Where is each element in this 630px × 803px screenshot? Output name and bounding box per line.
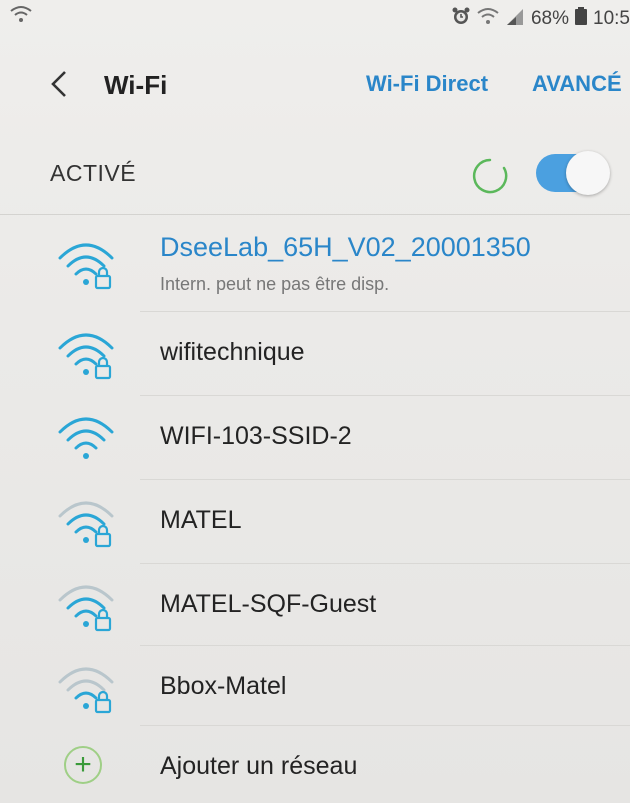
wifi-direct-button[interactable]: Wi-Fi Direct [366, 71, 488, 97]
network-name: DseeLab_65H_V02_20001350 [160, 232, 531, 262]
page-title: Wi-Fi [104, 70, 168, 100]
network-name: MATEL [160, 506, 242, 534]
network-name: Bbox-Matel [160, 672, 287, 700]
status-icons: 68% 10:5 [451, 6, 630, 32]
wifi-secured-icon [54, 578, 118, 634]
network-name: wifitechnique [160, 338, 305, 366]
wifi-toggle-row[interactable]: ACTIVÉ [0, 140, 630, 210]
network-status: Intern. peut ne pas être disp. [160, 274, 390, 294]
network-item[interactable]: WIFI-103-SSID-2 [0, 396, 630, 480]
wifi-settings-screen: 68% 10:5 Wi-Fi Wi-Fi Direct AVANCÉ ACTIV… [0, 0, 630, 803]
wifi-secured-icon [54, 660, 118, 716]
wifi-signal-icon [477, 6, 499, 32]
network-name: MATEL-SQF-Guest [160, 590, 377, 618]
section-divider [0, 214, 630, 215]
back-button[interactable] [42, 64, 76, 104]
app-bar: Wi-Fi Wi-Fi Direct AVANCÉ [0, 56, 630, 116]
network-name: WIFI-103-SSID-2 [160, 422, 352, 450]
wifi-icon [54, 410, 118, 466]
clock: 10:5 [593, 8, 630, 29]
cell-signal-icon [505, 6, 525, 32]
wifi-secured-icon [54, 494, 118, 550]
toggle-knob [566, 151, 610, 195]
add-network-button[interactable]: + Ajouter un réseau [0, 726, 630, 803]
battery-percent: 68% [530, 8, 570, 29]
alarm-icon [451, 6, 471, 32]
wifi-status-icon [10, 4, 32, 30]
network-item[interactable]: MATEL [0, 480, 630, 564]
chevron-left-icon [51, 71, 66, 97]
battery-icon [575, 6, 588, 32]
network-item-connected[interactable]: DseeLab_65H_V02_20001350 Intern. peut ne … [0, 216, 630, 312]
network-item[interactable]: Bbox-Matel [0, 646, 630, 726]
plus-icon: + [64, 746, 102, 784]
wifi-secured-icon [54, 326, 118, 382]
wifi-state-label: ACTIVÉ [50, 160, 137, 186]
status-bar: 68% 10:5 [0, 0, 630, 34]
network-item[interactable]: wifitechnique [0, 312, 630, 396]
scanning-spinner-icon [472, 158, 508, 194]
advanced-button[interactable]: AVANCÉ [532, 71, 622, 97]
add-network-label: Ajouter un réseau [160, 752, 358, 780]
network-item[interactable]: MATEL-SQF-Guest [0, 564, 630, 646]
wifi-secured-icon [54, 236, 118, 292]
wifi-toggle-switch[interactable] [536, 151, 610, 195]
